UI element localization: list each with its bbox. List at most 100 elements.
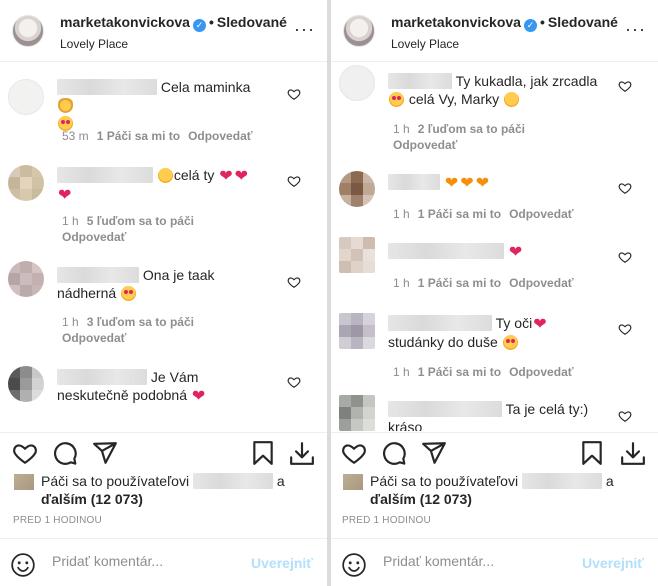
commenter-avatar[interactable]	[8, 165, 44, 201]
reply-button[interactable]: Odpovedať	[188, 129, 252, 143]
heart-icon[interactable]	[618, 409, 632, 423]
comment-body: Ty oči	[495, 315, 533, 331]
comment-item: Ona je taak nádherná 1 h 3 ľuďom sa to pá…	[0, 259, 327, 345]
comment-item: ❤ 1 h 1 Páči sa mi to Odpovedať	[331, 237, 658, 297]
reply-button[interactable]: Odpovedať	[62, 331, 126, 345]
more-icon[interactable]: ···	[294, 20, 315, 38]
blurred-username	[388, 73, 452, 89]
username-link[interactable]: marketakonvickova	[391, 14, 521, 30]
comment-likes[interactable]: 2 ľuďom sa to páči	[418, 122, 525, 136]
location-link[interactable]: Lovely Place	[391, 37, 459, 51]
orange-heart-icon: ❤	[460, 175, 474, 192]
comment-item: Je Vám neskutečně podobná ❤	[0, 363, 327, 431]
more-icon[interactable]: ···	[625, 20, 646, 38]
comment-icon[interactable]	[381, 440, 407, 466]
red-heart-icon: ❤	[191, 388, 206, 405]
commenter-avatar[interactable]	[339, 171, 375, 207]
commenter-avatar[interactable]	[8, 261, 44, 297]
bookmark-icon[interactable]	[250, 440, 276, 466]
post-comment-button[interactable]: Uverejniť	[251, 555, 313, 571]
heart-icon[interactable]	[618, 322, 632, 336]
likes-text: Páči sa to používateľovi a ďalším (12 07…	[370, 472, 640, 508]
heart-icon[interactable]	[287, 275, 301, 289]
smile-icon[interactable]	[341, 552, 367, 578]
verified-icon: ✓	[192, 19, 206, 32]
commenter-avatar[interactable]	[8, 366, 44, 402]
post-panel-left: marketakonvickova ✓ • Sledované Lovely Plac…	[0, 0, 327, 586]
heart-icon[interactable]	[618, 79, 632, 93]
blurred-username	[388, 174, 440, 190]
following-button[interactable]: Sledované	[217, 14, 287, 30]
commenter-avatar[interactable]	[339, 313, 375, 349]
reply-button[interactable]: Odpovedať	[509, 207, 573, 221]
liker-avatar[interactable]	[14, 474, 34, 490]
download-icon[interactable]	[289, 440, 315, 466]
comment-item: Ty kukadla, jak zrcadla celá Vy, Marky 1…	[331, 63, 658, 152]
add-comment-bar: Uverejniť	[331, 538, 658, 586]
smile-icon[interactable]	[10, 552, 36, 578]
post-panel-right: marketakonvickova ✓ • Sledované Lovely Plac…	[331, 0, 658, 586]
blurred-username	[521, 473, 602, 489]
commenter-avatar[interactable]	[339, 395, 375, 431]
heart-icon[interactable]	[287, 174, 301, 188]
heart-eyes-emoji-icon	[121, 286, 137, 301]
post-header: marketakonvickova ✓ • Sledované Lovely Plac…	[0, 0, 327, 62]
comment-text: Ty oči❤ studánky do duše	[388, 314, 598, 351]
comment-meta: 1 h 1 Páči sa mi to Odpovedať	[393, 206, 613, 222]
comment-text: ❤ ❤ ❤	[388, 173, 598, 192]
bookmark-icon[interactable]	[579, 440, 605, 466]
like-heart-icon[interactable]	[12, 440, 38, 466]
liker-avatar[interactable]	[343, 474, 363, 490]
comment-body: Ty kukadla, jak zrcadla	[455, 73, 598, 89]
comment-likes[interactable]: 5 ľuďom sa to páči	[87, 214, 194, 228]
reply-button[interactable]: Odpovedať	[393, 138, 457, 152]
username-link[interactable]: marketakonvickova	[60, 14, 190, 30]
following-button[interactable]: Sledované	[548, 14, 618, 30]
like-heart-icon[interactable]	[341, 440, 367, 466]
comment-icon[interactable]	[52, 440, 78, 466]
heart-icon[interactable]	[618, 181, 632, 195]
download-icon[interactable]	[620, 440, 646, 466]
commenter-avatar[interactable]	[339, 237, 375, 273]
reply-button[interactable]: Odpovedať	[509, 276, 573, 290]
separator-dot: •	[208, 14, 214, 30]
red-heart-icon: ❤	[219, 168, 233, 185]
red-heart-icon: ❤	[234, 168, 249, 185]
comment-likes[interactable]: 1 Páči sa mi to	[418, 207, 501, 221]
comment-item: Cela maminka 53 m 1 Páči sa mi to Odpoveda…	[0, 73, 327, 148]
reply-button[interactable]: Odpovedať	[62, 230, 126, 244]
post-time[interactable]: PRED 1 HODINOU	[342, 515, 431, 526]
profile-avatar[interactable]	[343, 15, 375, 47]
post-author: marketakonvickova ✓ • Sledované	[60, 14, 287, 32]
comment-likes[interactable]: 1 Páči sa mi to	[97, 129, 180, 143]
comment-likes[interactable]: 1 Páči sa mi to	[418, 365, 501, 379]
comments-list[interactable]: Cela maminka 53 m 1 Páči sa mi to Odpoveda…	[0, 63, 327, 431]
heart-icon[interactable]	[287, 375, 301, 389]
share-icon[interactable]	[92, 440, 118, 466]
comment-likes[interactable]: 3 ľuďom sa to páči	[87, 315, 194, 329]
comment-likes[interactable]: 1 Páči sa mi to	[418, 276, 501, 290]
orange-heart-icon: ❤	[444, 175, 459, 192]
profile-avatar[interactable]	[12, 15, 44, 47]
post-time[interactable]: PRED 1 HODINOU	[13, 515, 102, 526]
blurred-username	[57, 79, 157, 95]
share-icon[interactable]	[421, 440, 447, 466]
comment-text: Ty kukadla, jak zrcadla celá Vy, Marky	[388, 72, 598, 108]
comment-body: Ta je celá ty:)	[505, 401, 589, 417]
others-likes-link[interactable]: ďalším (12 073)	[370, 491, 472, 507]
location-link[interactable]: Lovely Place	[60, 37, 128, 51]
comment-time: 1 h	[62, 315, 79, 329]
commenter-avatar[interactable]	[339, 65, 375, 101]
comment-input[interactable]	[383, 553, 573, 569]
heart-icon[interactable]	[618, 250, 632, 264]
reply-button[interactable]: Odpovedať	[509, 365, 573, 379]
comments-list[interactable]: Ty kukadla, jak zrcadla celá Vy, Marky 1…	[331, 63, 658, 431]
comment-input[interactable]	[52, 553, 242, 569]
post-comment-button[interactable]: Uverejniť	[582, 555, 644, 571]
post-header: marketakonvickova ✓ • Sledované Lovely Plac…	[331, 0, 658, 62]
commenter-avatar[interactable]	[8, 79, 44, 115]
heart-icon[interactable]	[287, 87, 301, 101]
comment-time: 1 h	[393, 122, 410, 136]
comment-meta: 1 h 1 Páči sa mi to Odpovedať	[393, 364, 613, 380]
others-likes-link[interactable]: ďalším (12 073)	[41, 491, 143, 507]
